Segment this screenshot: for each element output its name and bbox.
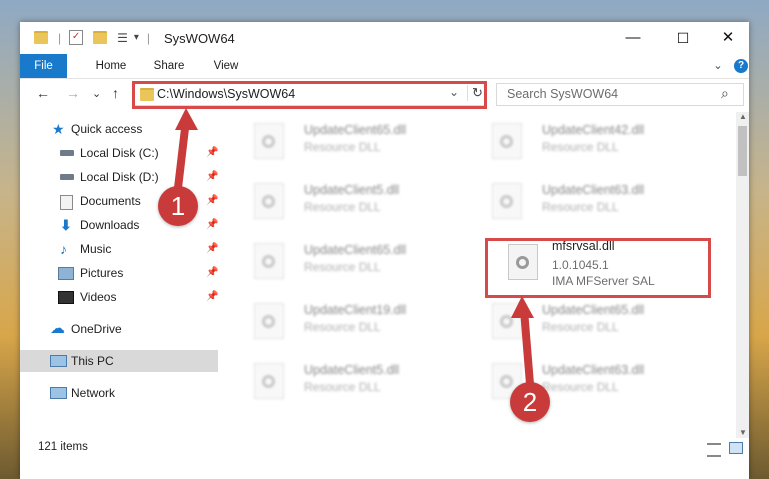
documents-icon xyxy=(60,195,73,210)
dll-file-icon xyxy=(492,183,522,219)
pin-icon[interactable]: 📌 xyxy=(206,238,218,260)
pictures-icon xyxy=(58,267,74,280)
download-icon: ⬇ xyxy=(60,217,72,233)
tab-file[interactable]: File xyxy=(20,54,67,78)
close-button[interactable]: ✕ xyxy=(705,22,751,54)
tab-view[interactable]: View xyxy=(203,54,249,78)
sidebar-item-music[interactable]: ♪ Music 📌 xyxy=(20,238,218,260)
help-icon[interactable]: ? xyxy=(734,59,748,73)
sidebar-item-local-disk-c[interactable]: Local Disk (C:) 📌 xyxy=(20,142,218,164)
sidebar-item-quick-access[interactable]: ★ Quick access xyxy=(20,118,218,140)
search-input[interactable]: Search SysWOW64 xyxy=(507,87,618,101)
details-view-icon[interactable] xyxy=(707,443,721,457)
large-icons-view-icon[interactable] xyxy=(729,442,743,454)
list-item[interactable]: UpdateClient65.dll Resource DLL xyxy=(478,298,698,348)
tab-home[interactable]: Home xyxy=(88,54,134,78)
drive-icon xyxy=(60,174,74,180)
drive-icon xyxy=(60,150,74,156)
sidebar-item-pictures[interactable]: Pictures 📌 xyxy=(20,262,218,284)
music-icon: ♪ xyxy=(60,241,67,257)
dll-file-icon xyxy=(254,363,284,399)
tab-share[interactable]: Share xyxy=(146,54,192,78)
dll-file-icon xyxy=(254,303,284,339)
step-1-badge: 1 xyxy=(158,186,198,226)
dll-file-icon xyxy=(492,123,522,159)
list-item[interactable]: UpdateClient63.dll Resource DLL xyxy=(478,178,698,228)
sidebar-item-local-disk-d[interactable]: Local Disk (D:) 📌 xyxy=(20,166,218,188)
sidebar-item-this-pc[interactable]: This PC xyxy=(20,350,218,372)
list-item[interactable]: UpdateClient42.dll Resource DLL xyxy=(478,118,698,168)
navigation-pane: ★ Quick access Local Disk (C:) 📌 Local D… xyxy=(20,118,218,438)
up-button[interactable]: ↑ xyxy=(112,85,119,101)
back-button[interactable]: ← xyxy=(36,85,50,101)
scroll-thumb[interactable] xyxy=(738,126,747,176)
computer-icon xyxy=(50,355,67,367)
item-count: 121 items xyxy=(38,441,88,453)
pin-icon[interactable]: 📌 xyxy=(206,142,218,164)
sidebar-item-network[interactable]: Network xyxy=(20,382,218,404)
cloud-icon: ☁ xyxy=(50,320,65,337)
dll-file-icon xyxy=(254,183,284,219)
videos-icon xyxy=(58,291,74,304)
list-item[interactable]: UpdateClient65.dll Resource DLL xyxy=(240,118,460,168)
pin-icon[interactable]: 📌 xyxy=(206,214,218,236)
customize-icon[interactable]: ☰ xyxy=(117,31,128,45)
explorer-window: | ✓ ☰ ▾ | SysWOW64 — ☐ ✕ File Home Share… xyxy=(20,22,749,479)
vertical-scrollbar[interactable]: ▲ ▼ xyxy=(736,112,749,438)
properties-icon[interactable]: ✓ xyxy=(69,30,84,45)
ribbon-expand-icon[interactable]: ⌄ xyxy=(710,54,726,78)
list-item[interactable]: UpdateClient19.dll Resource DLL xyxy=(240,298,460,348)
window-title: SysWOW64 xyxy=(164,31,235,46)
address-highlight xyxy=(132,81,487,109)
pin-icon[interactable]: 📌 xyxy=(206,262,218,284)
pin-icon[interactable]: 📌 xyxy=(206,166,218,188)
sidebar-item-videos[interactable]: Videos 📌 xyxy=(20,286,218,308)
dll-file-icon xyxy=(254,243,284,279)
status-bar: 121 items xyxy=(20,438,749,460)
forward-button[interactable]: → xyxy=(66,85,80,101)
list-item[interactable]: UpdateClient5.dll Resource DLL xyxy=(240,178,460,228)
scroll-up-icon[interactable]: ▲ xyxy=(739,112,747,121)
folder-icon xyxy=(34,31,48,44)
step-2-badge: 2 xyxy=(510,382,550,422)
ribbon: File Home Share View ⌄ ? xyxy=(20,54,749,79)
pin-icon[interactable]: 📌 xyxy=(206,190,218,212)
maximize-button[interactable]: ☐ xyxy=(660,22,706,54)
dll-file-icon xyxy=(492,303,522,339)
search-icon[interactable]: ⌕ xyxy=(721,85,729,102)
dll-file-icon xyxy=(254,123,284,159)
network-icon xyxy=(50,387,67,399)
pin-icon[interactable]: 📌 xyxy=(206,286,218,308)
qa-dropdown-icon[interactable]: ▾ xyxy=(134,32,139,43)
list-item[interactable]: UpdateClient5.dll Resource DLL xyxy=(240,358,460,408)
file-highlight xyxy=(485,238,711,298)
new-folder-icon[interactable] xyxy=(93,31,108,44)
star-icon: ★ xyxy=(52,121,65,137)
sidebar-item-onedrive[interactable]: ☁ OneDrive xyxy=(20,318,218,340)
minimize-button[interactable]: — xyxy=(610,22,656,54)
recent-locations-button[interactable]: ⌄ xyxy=(92,87,101,100)
title-bar: | ✓ ☰ ▾ | SysWOW64 — ☐ ✕ xyxy=(20,22,749,54)
list-item[interactable]: UpdateClient65.dll Resource DLL xyxy=(240,238,460,288)
scroll-down-icon[interactable]: ▼ xyxy=(739,428,747,437)
search-box[interactable]: Search SysWOW64 ⌕ xyxy=(496,83,744,106)
